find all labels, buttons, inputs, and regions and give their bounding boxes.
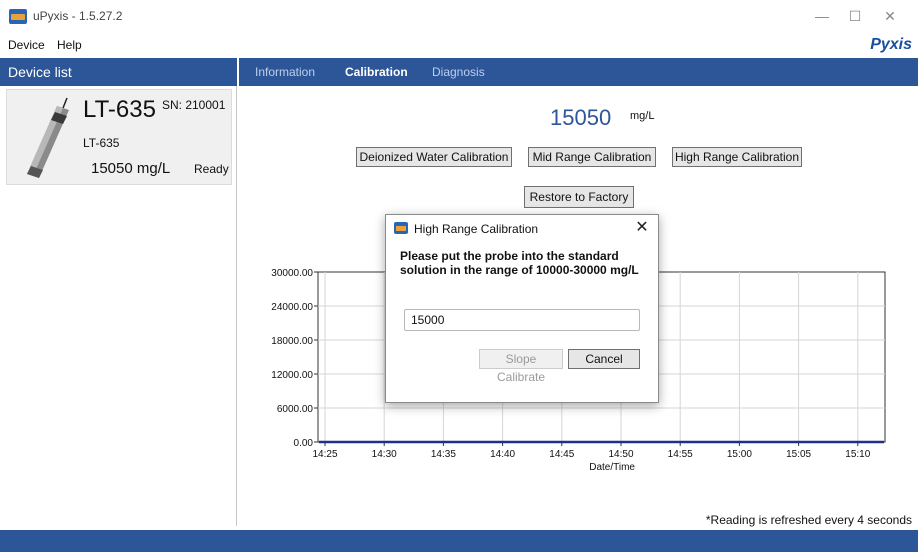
deionized-water-calibration-button[interactable]: Deionized Water Calibration (356, 147, 512, 167)
tab-bar: Information Calibration Diagnosis (239, 58, 918, 86)
status-bar (0, 530, 918, 552)
device-status: Ready (194, 162, 229, 176)
maximize-button[interactable]: ☐ (841, 6, 869, 26)
current-reading-unit: mg/L (630, 110, 655, 122)
device-list-header: Device list (0, 58, 237, 86)
y-tick-label: 18000.00 (271, 336, 313, 347)
x-tick-label: 14:25 (312, 449, 337, 460)
restore-to-factory-button[interactable]: Restore to Factory (524, 186, 634, 208)
dialog-titlebar: High Range Calibration ✕ (386, 215, 658, 241)
x-tick-label: 15:05 (786, 449, 811, 460)
app-title: uPyxis - 1.5.27.2 (33, 9, 123, 23)
high-range-calibration-button[interactable]: High Range Calibration (672, 147, 802, 167)
calibration-value-input[interactable] (404, 309, 640, 331)
x-tick-label: 14:55 (668, 449, 693, 460)
dialog-app-icon (394, 222, 408, 234)
x-axis-label: Date/Time (589, 462, 635, 473)
device-reading: 15050 mg/L (91, 160, 171, 177)
high-range-calibration-dialog: High Range Calibration ✕ Please put the … (385, 214, 659, 403)
tab-information[interactable]: Information (255, 65, 315, 79)
dialog-message: Please put the probe into the standard s… (400, 249, 639, 277)
close-window-button[interactable]: ✕ (876, 6, 904, 26)
device-model: LT-635 (83, 136, 120, 150)
device-card[interactable]: LT-635 SN: 210001 LT-635 15050 mg/L Read… (6, 89, 232, 185)
y-tick-label: 24000.00 (271, 302, 313, 313)
menu-bar: Device Help Pyxis (0, 34, 918, 56)
probe-image (27, 97, 69, 178)
device-list-panel: LT-635 SN: 210001 LT-635 15050 mg/L Read… (0, 86, 237, 526)
y-tick-label: 30000.00 (271, 268, 313, 279)
x-tick-label: 14:50 (608, 449, 633, 460)
y-tick-label: 0.00 (294, 438, 314, 449)
x-tick-label: 14:30 (372, 449, 397, 460)
dialog-close-icon[interactable]: ✕ (632, 218, 652, 238)
x-tick-label: 15:00 (727, 449, 752, 460)
x-tick-label: 14:35 (431, 449, 456, 460)
menu-device[interactable]: Device (8, 38, 45, 52)
cancel-button[interactable]: Cancel (568, 349, 640, 369)
y-tick-label: 6000.00 (277, 404, 314, 415)
mid-range-calibration-button[interactable]: Mid Range Calibration (528, 147, 656, 167)
device-name: LT-635 (83, 96, 156, 123)
slope-calibrate-button[interactable]: Slope Calibrate (479, 349, 563, 384)
device-serial: SN: 210001 (162, 98, 226, 112)
minimize-button[interactable]: — (808, 6, 836, 26)
tab-diagnosis[interactable]: Diagnosis (432, 65, 485, 79)
title-bar: uPyxis - 1.5.27.2 — ☐ ✕ (0, 0, 918, 34)
tab-calibration[interactable]: Calibration (345, 65, 408, 79)
dialog-title: High Range Calibration (414, 222, 539, 236)
app-icon (9, 9, 27, 24)
x-tick-label: 14:45 (549, 449, 574, 460)
dialog-body: Please put the probe into the standard s… (386, 241, 658, 402)
x-tick-label: 15:10 (845, 449, 870, 460)
menu-help[interactable]: Help (57, 38, 82, 52)
current-reading-value: 15050 (550, 105, 612, 130)
x-tick-label: 14:40 (490, 449, 515, 460)
refresh-footnote: *Reading is refreshed every 4 seconds (705, 513, 912, 527)
brand-logo: Pyxis (870, 36, 912, 53)
y-tick-label: 12000.00 (271, 370, 313, 381)
